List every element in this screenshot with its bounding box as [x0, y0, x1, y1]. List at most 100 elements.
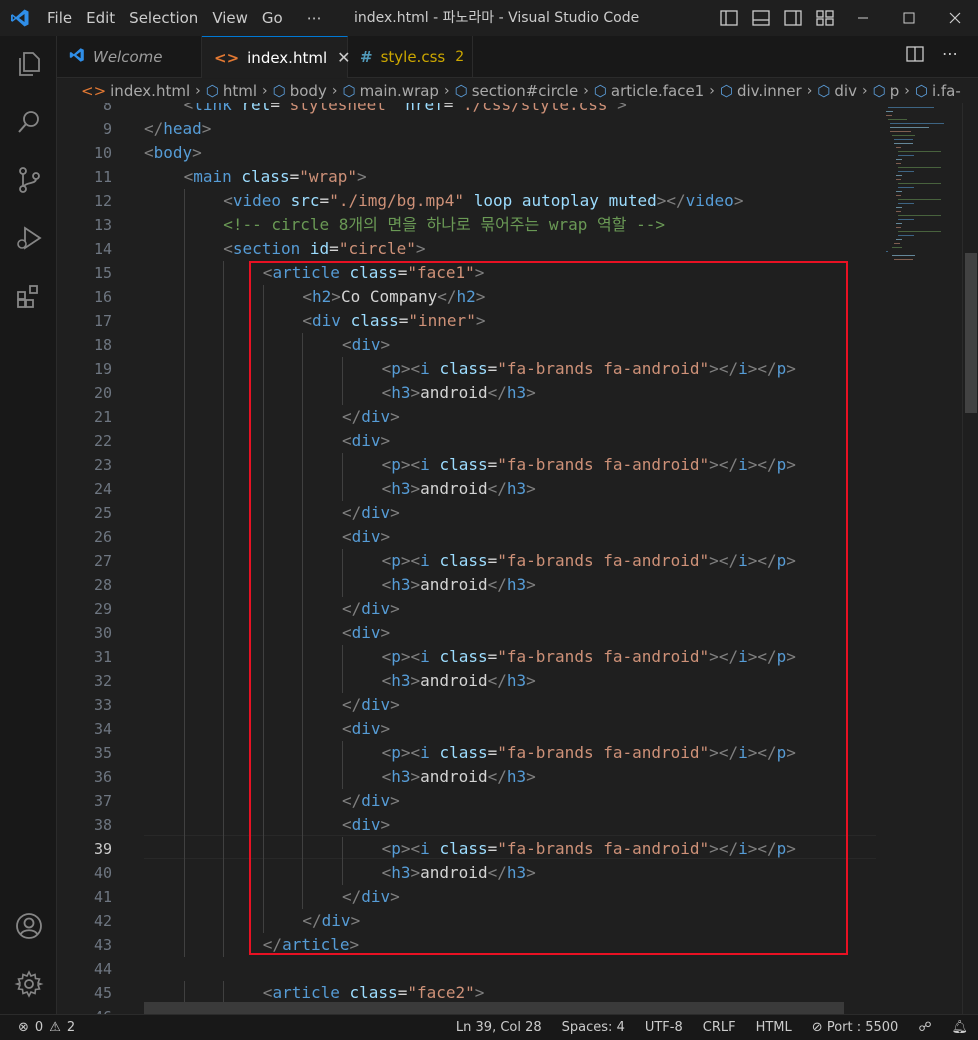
source-control-icon[interactable]: [0, 156, 57, 204]
indent-guide: [223, 837, 225, 861]
minimap-line: [886, 251, 888, 252]
breadcrumb-item[interactable]: ⬡ div.inner: [720, 82, 802, 100]
breadcrumb-item[interactable]: ⬡ i.fa-: [915, 82, 961, 100]
chevron-right-icon: ›: [709, 83, 715, 99]
cube-icon: ⬡: [593, 82, 607, 100]
chevron-right-icon: ›: [331, 83, 338, 99]
indent-guide: [223, 909, 225, 933]
extensions-icon[interactable]: [0, 272, 57, 320]
menu-edit[interactable]: Edit: [79, 0, 122, 36]
manage-gear-icon[interactable]: [0, 960, 57, 1008]
code-line[interactable]: <video src="./img/bg.mp4" loop autoplay …: [223, 189, 743, 213]
maximize-icon[interactable]: [886, 0, 932, 36]
error-count: 0: [34, 1020, 44, 1035]
line-number: 22: [93, 432, 112, 450]
breadcrumb-item[interactable]: ⬡ article.face1: [594, 82, 704, 100]
line-number: 26: [93, 528, 112, 546]
indent-guide: [183, 501, 185, 525]
code-line[interactable]: <main class="wrap">: [184, 165, 367, 189]
line-number: 24: [93, 480, 112, 498]
search-icon[interactable]: [0, 98, 57, 146]
scrollbar-thumb[interactable]: [965, 253, 977, 413]
tab-label: Welcome: [93, 48, 163, 66]
menu-file[interactable]: File: [40, 0, 79, 36]
problems-status[interactable]: ⊗ 0 ⚠ 2: [18, 1015, 75, 1040]
indent-guide: [183, 453, 185, 477]
breadcrumb-item[interactable]: ⬡ div: [817, 82, 857, 100]
minimap-line: [896, 175, 902, 176]
indent-guide: [183, 213, 185, 237]
live-server-port[interactable]: ⊘ Port : 5500: [802, 1015, 909, 1040]
split-editor-icon[interactable]: [906, 46, 924, 66]
code-line[interactable]: </head>: [144, 117, 211, 141]
menu-more[interactable]: ⋯: [300, 0, 329, 36]
status-bar: ⊗ 0 ⚠ 2 Ln 39, Col 28 Spaces: 4 UTF-8 CR…: [0, 1014, 978, 1040]
indent-guide: [223, 333, 225, 357]
indent-guide: [223, 813, 225, 837]
minimap-line: [896, 179, 901, 180]
cursor-position[interactable]: Ln 39, Col 28: [446, 1015, 552, 1040]
line-number: 39: [93, 840, 112, 858]
tab-style-css[interactable]: # style.css 2: [348, 36, 473, 78]
line-number-gutter: 8 9 10 11 12 13 14 15 16 17 18 19 20 21 22 23 24 25 26 27 28…: [57, 103, 115, 1014]
code-editor[interactable]: 8 9 10 11 12 13 14 15 16 17 18 19 20 21 22 23 24 25 26 27 28…: [57, 103, 978, 1014]
toggle-panel-icon[interactable]: [750, 7, 772, 29]
tab-index-html[interactable]: <> index.html ✕: [202, 36, 351, 78]
tab-welcome[interactable]: Welcome: [57, 36, 202, 78]
menu-view[interactable]: View: [205, 0, 255, 36]
indent-guide: [223, 765, 225, 789]
minimap-line: [892, 255, 915, 256]
indent-guide: [183, 837, 185, 861]
minimap-line: [898, 187, 914, 188]
line-number: 35: [93, 744, 112, 762]
indent-guide: [183, 549, 185, 573]
toggle-primary-sidebar-icon[interactable]: [718, 7, 740, 29]
close-window-icon[interactable]: [932, 0, 978, 36]
code-line[interactable]: <!-- circle 8개의 면을 하나로 묶어주는 wrap 역할 -->: [223, 213, 665, 237]
error-icon: ⊗: [18, 1020, 29, 1035]
breadcrumb-item[interactable]: ⬡ p: [873, 82, 900, 100]
cube-icon: ⬡: [719, 82, 733, 100]
explorer-icon[interactable]: [0, 40, 57, 88]
vertical-scrollbar[interactable]: [962, 103, 978, 1014]
indent-guide: [223, 621, 225, 645]
minimap-line: [890, 123, 944, 124]
line-number: 44: [93, 960, 112, 978]
code-line[interactable]: <body>: [144, 141, 202, 165]
menu-go[interactable]: Go: [255, 0, 290, 36]
minimize-icon[interactable]: [840, 0, 886, 36]
minimap-line: [896, 223, 902, 224]
feedback-icon[interactable]: ☍: [908, 1015, 941, 1040]
code-line[interactable]: <link rel="stylesheet" href="./css/style…: [184, 103, 627, 117]
indent-guide: [183, 813, 185, 837]
breadcrumb-item[interactable]: ⬡ body: [273, 82, 327, 100]
toggle-secondary-sidebar-icon[interactable]: [782, 7, 804, 29]
breadcrumb-item[interactable]: ⬡ html: [206, 82, 257, 100]
horizontal-scrollbar[interactable]: [144, 1002, 844, 1014]
notifications-bell-icon[interactable]: 🔔︎: [941, 1015, 978, 1040]
language-mode[interactable]: HTML: [746, 1015, 802, 1040]
minimap-line: [886, 111, 893, 112]
warning-count: 2: [66, 1020, 76, 1035]
indentation[interactable]: Spaces: 4: [552, 1015, 635, 1040]
minimap[interactable]: [882, 103, 962, 303]
minimap-line: [886, 115, 892, 116]
breadcrumb-item[interactable]: ⬡ section#circle: [455, 82, 579, 100]
indent-guide: [223, 573, 225, 597]
line-number: 34: [93, 720, 112, 738]
run-and-debug-icon[interactable]: [0, 214, 57, 262]
minimap-line: [896, 195, 901, 196]
more-actions-icon[interactable]: ⋯: [942, 46, 958, 66]
end-of-line[interactable]: CRLF: [693, 1015, 746, 1040]
minimap-line: [896, 147, 901, 148]
code-line[interactable]: <section id="circle">: [223, 237, 425, 261]
breadcrumb: <> index.html › ⬡ html › ⬡ body › ⬡ main.wra…: [57, 79, 978, 103]
customize-layout-icon[interactable]: [814, 7, 836, 29]
breadcrumb-item[interactable]: ⬡ main.wrap: [342, 82, 439, 100]
menu-selection[interactable]: Selection: [122, 0, 205, 36]
breadcrumb-item[interactable]: <> index.html: [81, 82, 190, 100]
accounts-icon[interactable]: [0, 902, 57, 950]
tab-label: index.html: [247, 48, 328, 67]
encoding[interactable]: UTF-8: [635, 1015, 693, 1040]
indent-guide: [223, 789, 225, 813]
